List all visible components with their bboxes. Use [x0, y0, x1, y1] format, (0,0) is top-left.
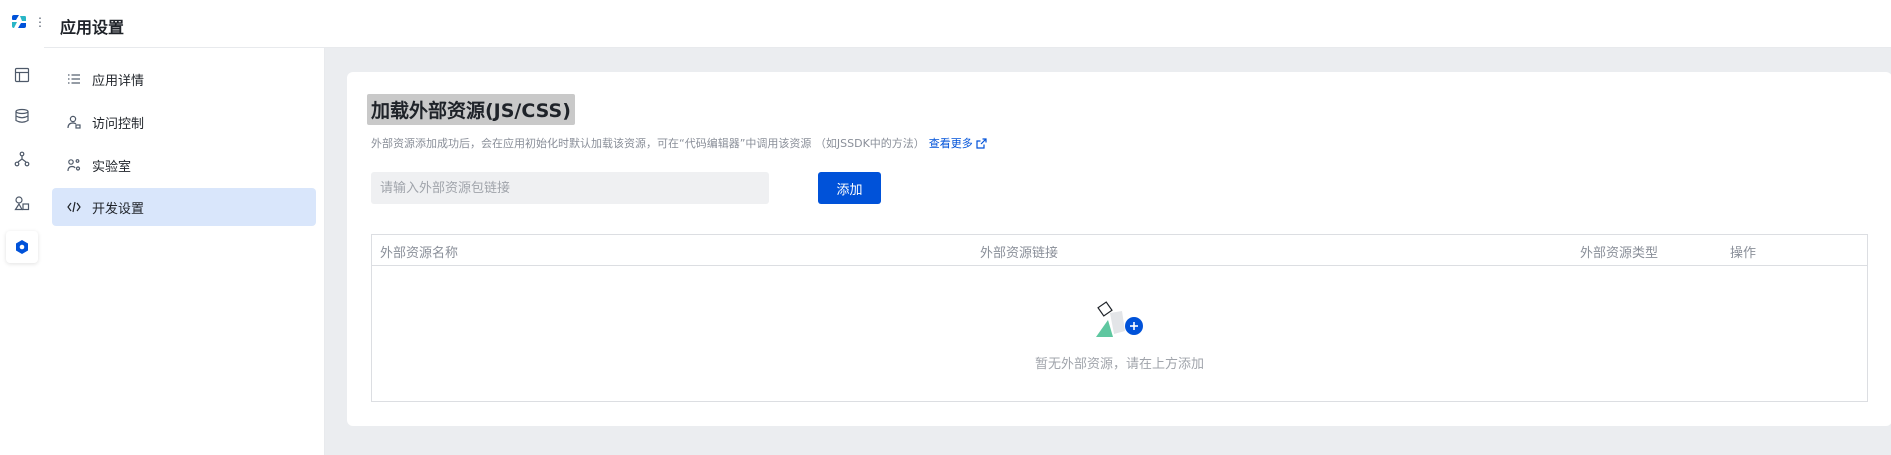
section-description: 外部资源添加成功后，会在应用初始化时默认加载该资源，可在“代码编辑器”中调用该资…: [371, 135, 987, 152]
column-header-actions: 操作: [1730, 246, 1757, 261]
user-lock-icon: [66, 114, 82, 130]
section-title: 加载外部资源(JS/CSS): [367, 94, 575, 125]
column-header-link: 外部资源链接: [980, 246, 1059, 261]
page-title: 应用设置: [60, 18, 125, 37]
lab-icon: [66, 157, 82, 173]
code-icon: [66, 199, 82, 215]
nav-item-label: 访问控制: [92, 116, 145, 132]
logo-icon[interactable]: [9, 13, 29, 31]
nav-item-label: 实验室: [92, 159, 132, 175]
add-button[interactable]: 添加: [818, 172, 881, 204]
resources-table: 外部资源名称 外部资源链接 外部资源类型 操作 暂无外部资源，请在上方添加: [371, 234, 1868, 402]
layout-icon[interactable]: [6, 59, 38, 91]
external-link-icon[interactable]: [976, 138, 987, 152]
empty-state-illustration: [1094, 301, 1152, 341]
main-content: 加载外部资源(JS/CSS) 外部资源添加成功后，会在应用初始化时默认加载该资源…: [325, 48, 1891, 455]
empty-state-text: 暂无外部资源，请在上方添加: [1034, 357, 1204, 372]
column-header-type: 外部资源类型: [1580, 246, 1659, 261]
list-icon: [66, 71, 82, 87]
components-icon[interactable]: [6, 187, 38, 219]
database-icon[interactable]: [6, 100, 38, 132]
settings-hex-icon[interactable]: [6, 231, 38, 263]
nav-item-label: 应用详情: [92, 73, 145, 89]
nav-item-label: 开发设置: [92, 201, 145, 217]
external-resources-card: 加载外部资源(JS/CSS) 外部资源添加成功后，会在应用初始化时默认加载该资源…: [347, 72, 1891, 426]
nav-item-access-control[interactable]: 访问控制: [52, 103, 316, 141]
settings-nav: 应用详情 访问控制 实验室 开发设置: [44, 48, 325, 455]
workflow-icon[interactable]: [6, 143, 38, 175]
nav-item-app-details[interactable]: 应用详情: [52, 60, 316, 98]
page-header: 应用设置: [44, 0, 1891, 48]
resource-url-input[interactable]: [371, 172, 769, 204]
nav-item-lab[interactable]: 实验室: [52, 146, 316, 184]
nav-item-dev-settings[interactable]: 开发设置: [52, 188, 316, 226]
view-more-link[interactable]: 查看更多: [929, 137, 973, 150]
table-header: 外部资源名称 外部资源链接 外部资源类型 操作: [372, 235, 1867, 266]
column-header-name: 外部资源名称: [380, 246, 459, 261]
app-rail: ⋮: [0, 0, 46, 455]
description-text: 外部资源添加成功后，会在应用初始化时默认加载该资源，可在“代码编辑器”中调用该资…: [371, 137, 925, 150]
